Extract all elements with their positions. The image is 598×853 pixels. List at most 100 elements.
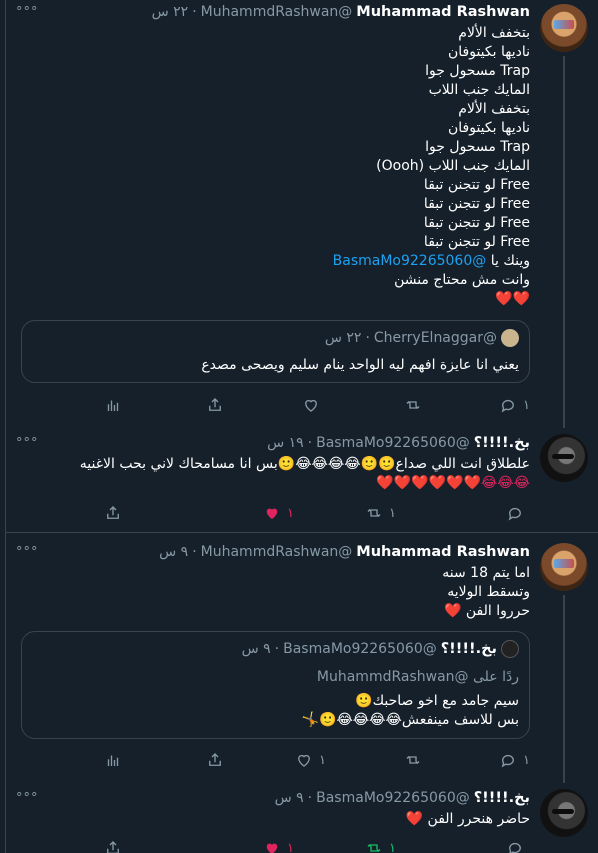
like-button[interactable]: ١ [263,502,294,524]
quoted-tweet[interactable]: بخ.!!!!؟ @BasmaMo92265060 · ٩ س ردًا على… [21,631,530,739]
heart-icon [305,399,317,412]
tweet-line: المايك جنب اللاب (Oooh) [376,158,530,174]
tweet-line: Trap مسحول جوا [425,63,530,79]
retweet-button[interactable] [404,749,428,771]
reply-icon [509,842,521,853]
thread-connector [563,595,565,783]
author-name[interactable]: بخ.!!!!؟ [474,435,530,451]
like-button[interactable]: ١ [263,837,294,853]
timestamp[interactable]: ٢٢ س [152,4,189,20]
more-options-icon[interactable]: °°° [16,436,39,451]
timeline-left-border [5,0,6,853]
author-handle[interactable]: @MuhammdRashwan [201,544,353,560]
like-button[interactable]: ١ [295,749,326,771]
tweet-line: وتسقط الولايه [447,584,530,600]
separator-dot: · [365,330,370,346]
reply-count: ١ [523,752,530,768]
author-handle[interactable]: @BasmaMo92265060 [316,435,470,451]
like-count: ١ [287,840,294,853]
quoted-text: يعني انا عايزة افهم ليه الواحد ينام سليم… [201,357,519,373]
retweet-icon [406,401,420,409]
analytics-button[interactable] [104,394,122,416]
tweet-line: بتخفف الألام [458,101,530,117]
share-button[interactable] [206,749,224,771]
quoted-header: بخ.!!!!؟ @BasmaMo92265060 · ٩ س [242,640,519,658]
tweet-line: علطلاق انت اللي صداع🙂🙂😂😂😂😂🙂بس انا مسامحا… [79,456,530,472]
avatar[interactable] [540,4,588,52]
tweet-text: حاضر هنحرر الفن ❤️ [406,810,530,829]
heart-icon [298,754,310,767]
mention-line: وينك يا @BasmaMo92265060 [333,252,530,271]
tweet-line: حاضر هنحرر الفن ❤️ [405,811,530,827]
retweet-icon [367,844,381,852]
quoted-author-name: بخ.!!!!؟ [440,641,497,657]
author-handle[interactable]: @MuhammdRashwan [201,4,353,20]
tweet-line: Free لو تتجنن تبقا [423,234,530,250]
tweet-separator [6,532,598,533]
quoted-avatar [501,329,519,347]
tweet-line: ناديها بكيتوفان [447,120,530,136]
tweet-line: Free لو تتجنن تبقا [423,177,530,193]
tweet-line: Free لو تتجنن تبقا [423,215,530,231]
tweet-header: Muhammad Rashwan @MuhammdRashwan · ٢٢ س [152,2,530,22]
retweet-button[interactable] [404,394,428,416]
mention-prefix: وينك يا [490,253,530,269]
timestamp[interactable]: ١٩ س [267,435,304,451]
like-button[interactable] [302,394,326,416]
tweet-line: بتخفف الألام [458,25,530,41]
quoted-timestamp: ٢٢ س [324,330,362,346]
tweet-line: Free لو تتجنن تبقا [423,196,530,212]
retweet-button[interactable]: ١ [365,837,396,853]
retweet-count: ١ [389,840,396,853]
like-count: ١ [319,752,326,768]
author-handle[interactable]: @BasmaMo92265060 [316,790,470,806]
tweet-header: بخ.!!!!؟ @BasmaMo92265060 · ٩ س [275,788,530,808]
more-options-icon[interactable]: °°° [16,791,39,806]
heart-filled-icon [266,508,278,519]
share-button[interactable] [206,394,224,416]
tweet-line: 😂😂😂❤️❤️❤️❤️❤️❤️ [376,475,530,491]
author-name[interactable]: Muhammad Rashwan [356,4,530,20]
reply-icon [508,507,521,521]
retweet-button[interactable]: ١ [365,502,396,524]
reply-button[interactable]: ١ [499,394,530,416]
more-options-icon[interactable]: °°° [16,545,39,560]
tweet-header: Muhammad Rashwan @MuhammdRashwan · ٩ س [159,542,530,562]
tweet-line: Trap مسحول جوا [425,139,530,155]
share-button[interactable] [104,502,122,524]
author-name[interactable]: Muhammad Rashwan [356,544,530,560]
quoted-header: @CherryElnaggar · ٢٢ س [325,329,519,347]
share-icon [107,506,119,519]
avatar[interactable] [540,434,588,482]
avatar[interactable] [540,543,588,591]
like-count: ١ [287,505,294,521]
reply-button[interactable] [506,502,530,524]
tweet-line: ناديها بكيتوفان [447,44,530,60]
reply-count: ١ [523,397,530,413]
mention-link[interactable]: @BasmaMo92265060 [333,253,487,269]
tweet-line: وانت مش محتاج منشن [394,272,530,288]
tweet-text: اما يتم 18 سنه وتسقط الولايه حرروا الفن … [442,564,530,621]
timestamp[interactable]: ٩ س [275,790,304,806]
thread-connector [563,56,565,428]
reply-icon [501,754,514,768]
separator-dot: · [307,790,313,806]
share-icon [107,841,119,853]
reply-button[interactable]: ١ [499,749,530,771]
timestamp[interactable]: ٩ س [159,544,188,560]
quoted-timestamp: ٩ س [241,641,271,657]
heart-filled-icon [266,843,278,853]
more-options-icon[interactable]: °°° [16,5,39,20]
avatar[interactable] [540,789,588,837]
reply-button[interactable] [506,837,530,853]
author-name[interactable]: بخ.!!!!؟ [474,790,530,806]
analytics-button[interactable] [104,749,122,771]
replying-to[interactable]: ردًا على @MuhammdRashwan [317,668,519,687]
share-button[interactable] [104,837,122,853]
quoted-handle: @CherryElnaggar [373,330,497,346]
quoted-text: سيم جامد مع اخو صاحبك🙂 [355,693,519,709]
tweet-line: حرروا الفن ❤️ [443,603,530,619]
tweet-actions: ١ ١ [100,837,530,853]
quoted-handle: @BasmaMo92265060 [283,641,437,657]
quoted-tweet[interactable]: @CherryElnaggar · ٢٢ س يعني انا عايزة اف… [21,320,530,383]
